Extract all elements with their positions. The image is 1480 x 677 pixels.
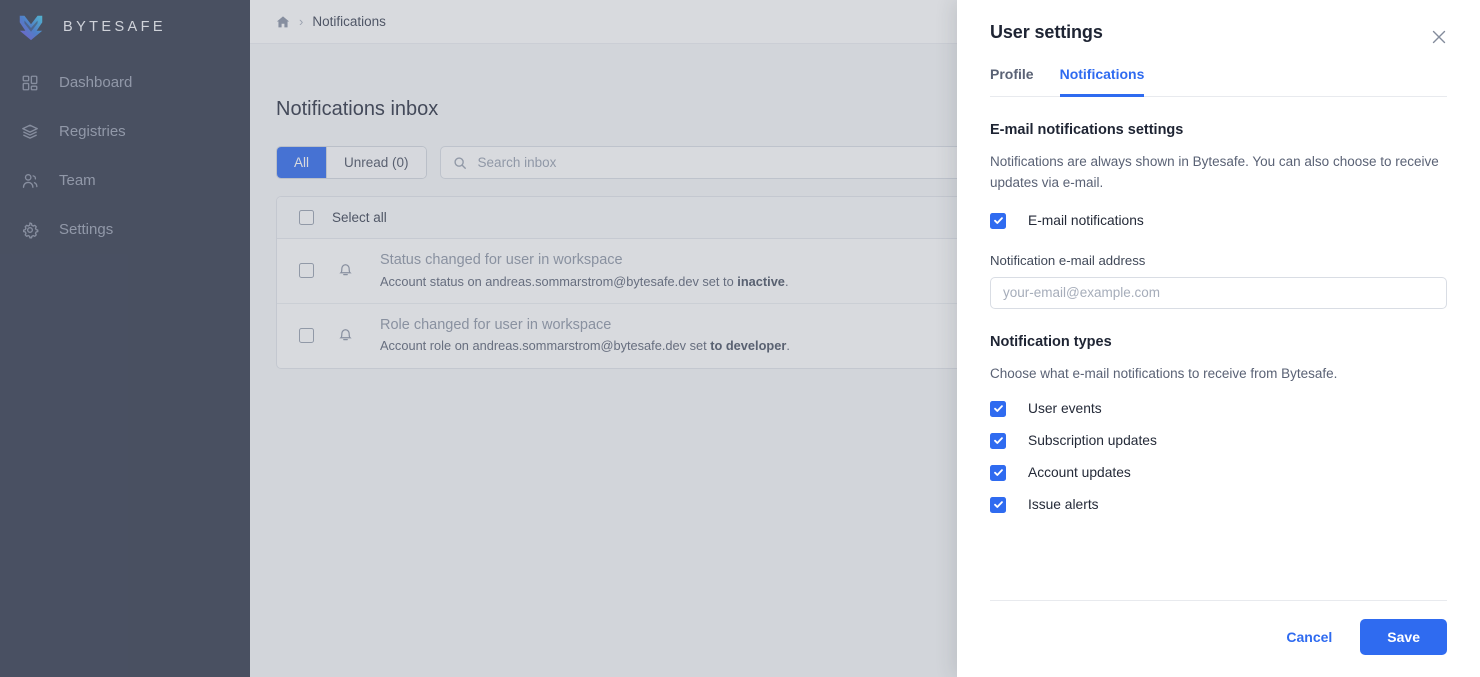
- option-row-subscription-updates[interactable]: Subscription updates: [990, 432, 1447, 449]
- app-root: BYTESAFE Dashboard Registries Team Setti…: [0, 0, 1480, 677]
- panel-footer: Cancel Save: [990, 600, 1447, 677]
- account-updates-checkbox[interactable]: [990, 464, 1006, 481]
- user-events-checkbox[interactable]: [990, 400, 1006, 417]
- notification-email-input[interactable]: [990, 276, 1447, 309]
- panel-header: User settings Profile Notifications: [957, 0, 1480, 97]
- email-notifications-toggle-row[interactable]: E-mail notifications: [990, 212, 1447, 229]
- option-row-account-updates[interactable]: Account updates: [990, 464, 1447, 481]
- email-field-label: Notification e-mail address: [990, 252, 1146, 268]
- email-settings-heading: E-mail notifications settings: [990, 122, 1184, 138]
- panel-title: User settings: [990, 22, 1103, 42]
- tab-profile[interactable]: Profile: [990, 66, 1034, 97]
- option-label: Account updates: [1028, 465, 1131, 481]
- user-settings-panel: User settings Profile Notifications E-ma…: [957, 0, 1480, 677]
- email-notifications-checkbox[interactable]: [990, 212, 1006, 229]
- notification-types-heading: Notification types: [990, 333, 1112, 350]
- subscription-updates-checkbox[interactable]: [990, 432, 1006, 449]
- option-label: Subscription updates: [1028, 433, 1157, 449]
- save-button[interactable]: Save: [1360, 619, 1447, 655]
- option-row-user-events[interactable]: User events: [990, 400, 1447, 417]
- notification-types-description: Choose what e-mail notifications to rece…: [990, 365, 1338, 381]
- option-label: User events: [1028, 401, 1102, 417]
- option-label: Issue alerts: [1028, 497, 1099, 513]
- cancel-button[interactable]: Cancel: [1272, 620, 1346, 654]
- close-icon[interactable]: [1428, 26, 1450, 48]
- option-row-issue-alerts[interactable]: Issue alerts: [990, 496, 1447, 513]
- panel-tabs: Profile Notifications: [990, 66, 1447, 97]
- email-notifications-label: E-mail notifications: [1028, 213, 1144, 229]
- panel-body: E-mail notifications settings Notificati…: [957, 97, 1480, 600]
- issue-alerts-checkbox[interactable]: [990, 496, 1006, 513]
- tab-notifications[interactable]: Notifications: [1059, 66, 1145, 97]
- email-settings-description: Notifications are always shown in Bytesa…: [990, 154, 1439, 190]
